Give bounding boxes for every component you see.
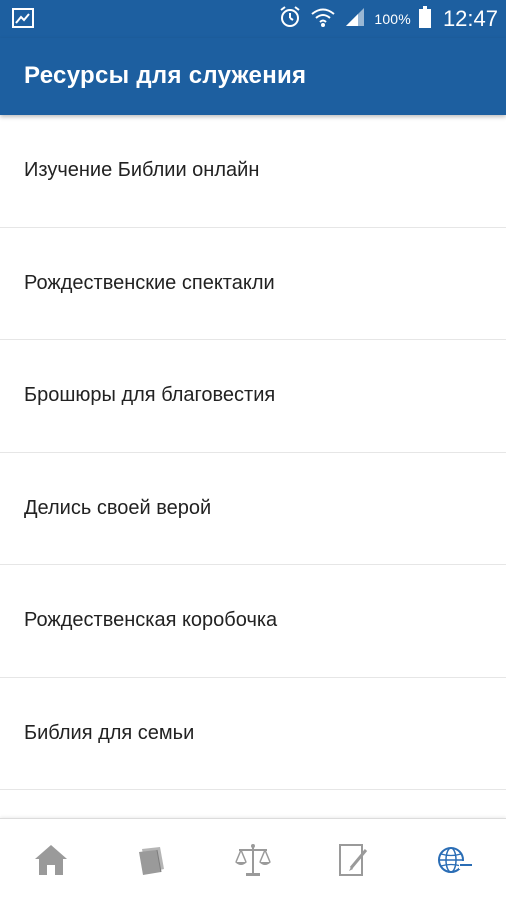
list-item-label: Брошюры для благовестия bbox=[24, 384, 276, 407]
globe-logo-icon bbox=[435, 843, 475, 877]
home-icon bbox=[33, 843, 69, 877]
list-item-label: Рождественские спектакли bbox=[24, 271, 275, 294]
nav-scales-button[interactable] bbox=[202, 819, 303, 900]
list-item-label: Изучение Библии онлайн bbox=[24, 159, 260, 182]
alarm-icon bbox=[278, 5, 302, 34]
status-icons: 100% 12:47 bbox=[278, 0, 498, 38]
books-icon bbox=[134, 843, 170, 877]
list-item[interactable]: Брошюры для благовестия bbox=[0, 340, 506, 453]
resources-list: Изучение Библии онлайн Рождественские сп… bbox=[0, 115, 506, 820]
list-item[interactable]: Изучение Библии онлайн bbox=[0, 115, 506, 228]
list-item[interactable]: Рождественские спектакли bbox=[0, 228, 506, 340]
nav-globe-button[interactable] bbox=[405, 819, 506, 900]
list-item[interactable]: Делись своей верой bbox=[0, 453, 506, 565]
list-item-label: Делись своей верой bbox=[24, 496, 212, 519]
status-bar: 100% 12:47 bbox=[0, 0, 506, 38]
list-item-label: Библия для семьи bbox=[24, 721, 195, 744]
status-time: 12:47 bbox=[442, 6, 498, 31]
list-item[interactable]: Библия для семьи bbox=[0, 678, 506, 790]
list-item[interactable]: Рождественская коробочка bbox=[0, 565, 506, 678]
nav-home-button[interactable] bbox=[0, 819, 101, 900]
nav-notes-button[interactable] bbox=[304, 819, 405, 900]
app-bar: Ресурсы для служения bbox=[0, 38, 506, 115]
battery-icon bbox=[418, 5, 431, 33]
signal-icon bbox=[344, 6, 366, 33]
list-item[interactable] bbox=[0, 790, 506, 820]
edit-note-icon bbox=[337, 842, 371, 878]
battery-percent: 100% bbox=[374, 11, 411, 27]
wifi-icon bbox=[310, 5, 336, 34]
list-item-label: Рождественская коробочка bbox=[24, 609, 278, 632]
page-title: Ресурсы для служения bbox=[24, 62, 307, 89]
nav-books-button[interactable] bbox=[101, 819, 202, 900]
gallery-icon bbox=[12, 8, 34, 28]
scales-icon bbox=[234, 842, 272, 878]
bottom-nav bbox=[0, 818, 506, 900]
